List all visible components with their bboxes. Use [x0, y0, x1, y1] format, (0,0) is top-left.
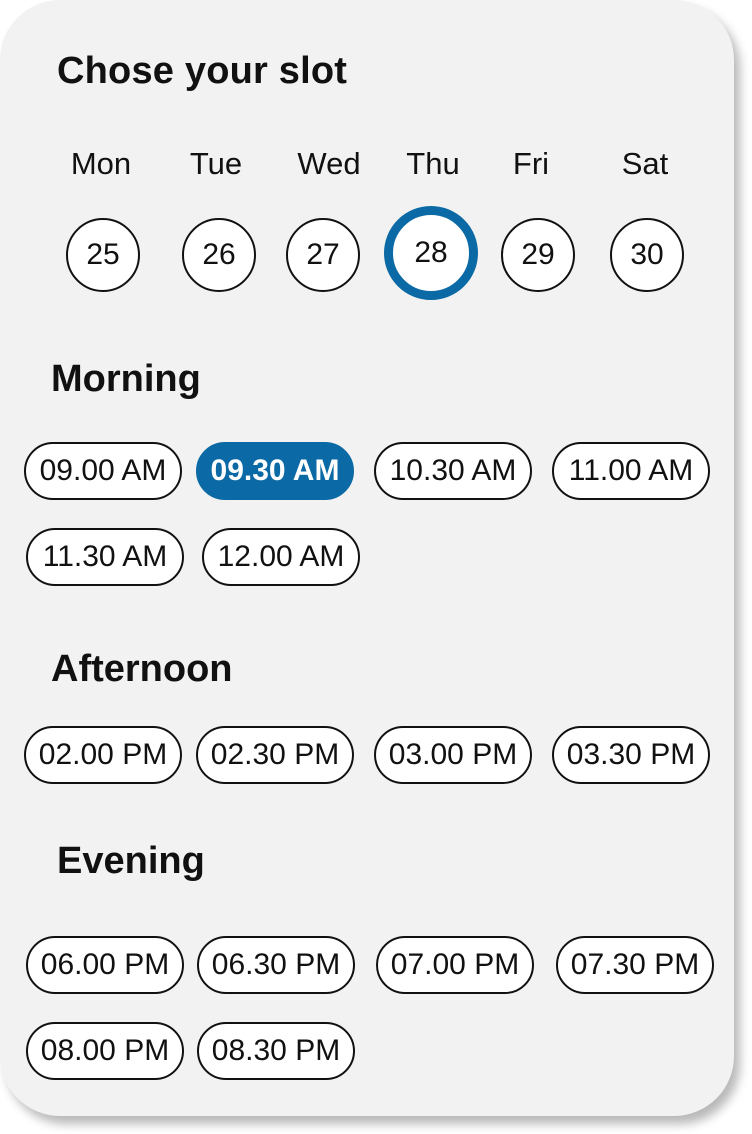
slot-picker-card: Chose your slot Mon Tue Wed Thu Fri Sat …: [0, 0, 734, 1116]
slot-button-afternoon-2[interactable]: 02.30 PM: [196, 726, 354, 784]
day-label-tue: Tue: [189, 146, 243, 181]
date-button-26[interactable]: 26: [182, 218, 256, 292]
slot-button-evening-5[interactable]: 08.00 PM: [26, 1022, 184, 1080]
day-label-thu: Thu: [406, 146, 460, 181]
slot-button-evening-4[interactable]: 07.30 PM: [556, 936, 714, 994]
date-button-28-selected[interactable]: 28: [384, 206, 478, 300]
slot-button-evening-2[interactable]: 06.30 PM: [197, 936, 355, 994]
slot-button-afternoon-3[interactable]: 03.00 PM: [374, 726, 532, 784]
slot-button-morning-6[interactable]: 12.00 AM: [202, 528, 360, 586]
morning-heading: Morning: [51, 358, 201, 400]
slot-button-evening-3[interactable]: 07.00 PM: [376, 936, 534, 994]
slot-button-morning-4[interactable]: 11.00 AM: [552, 442, 710, 500]
date-button-27[interactable]: 27: [286, 218, 360, 292]
slot-button-morning-1[interactable]: 09.00 AM: [24, 442, 182, 500]
slot-button-evening-1[interactable]: 06.00 PM: [26, 936, 184, 994]
day-label-sat: Sat: [621, 146, 669, 181]
page-title: Chose your slot: [57, 50, 348, 92]
evening-heading: Evening: [57, 840, 205, 882]
slot-button-morning-2-selected[interactable]: 09.30 AM: [196, 442, 354, 500]
day-label-fri: Fri: [512, 146, 550, 181]
slot-button-evening-6[interactable]: 08.30 PM: [197, 1022, 355, 1080]
afternoon-heading: Afternoon: [51, 648, 233, 690]
date-button-25[interactable]: 25: [66, 218, 140, 292]
day-label-wed: Wed: [297, 146, 361, 181]
slot-button-afternoon-4[interactable]: 03.30 PM: [552, 726, 710, 784]
date-button-29[interactable]: 29: [501, 218, 575, 292]
slot-button-afternoon-1[interactable]: 02.00 PM: [24, 726, 182, 784]
day-label-mon: Mon: [70, 146, 132, 181]
slot-button-morning-3[interactable]: 10.30 AM: [374, 442, 532, 500]
date-button-30[interactable]: 30: [610, 218, 684, 292]
slot-button-morning-5[interactable]: 11.30 AM: [26, 528, 184, 586]
